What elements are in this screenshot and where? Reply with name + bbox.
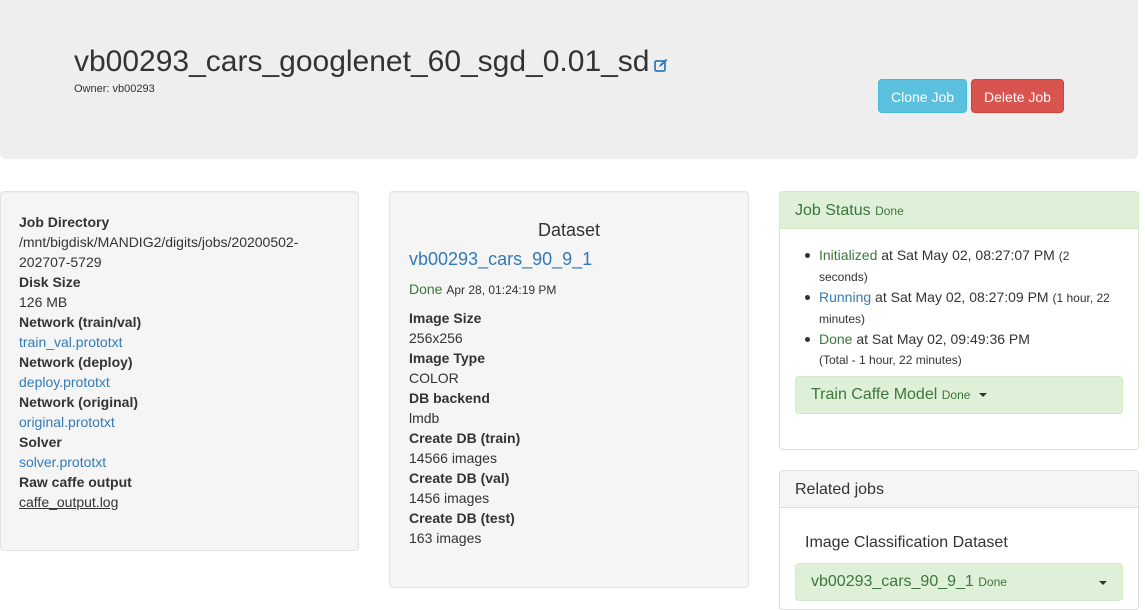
related-jobs-heading: Related jobs <box>780 471 1138 508</box>
job-info-panel: Job Directory /mnt/bigdisk/MANDIG2/digit… <box>0 191 359 551</box>
job-owner: Owner: vb00293 <box>74 83 155 95</box>
related-dataset-dropdown[interactable]: vb00293_cars_90_9_1 Done <box>795 563 1123 601</box>
disk-size-label: Disk Size <box>19 274 81 290</box>
task-label: Train Caffe Model <box>811 386 938 403</box>
network-deploy-label: Network (deploy) <box>19 354 133 370</box>
job-name: vb00293_cars_googlenet_60_sgd_0.01_sd <box>74 45 650 78</box>
dataset-title: Dataset <box>537 220 601 240</box>
dataset-status-time: Apr 28, 01:24:19 PM <box>446 283 557 297</box>
dataset-name-link[interactable]: vb00293_cars_90_9_1 <box>409 249 592 270</box>
related-dataset-type: Image Classification Dataset <box>805 534 1008 551</box>
create-db-train-label: Create DB (train) <box>409 430 521 446</box>
job-status-heading: Job Status Done <box>780 192 1138 229</box>
solver-prototxt-link[interactable]: solver.prototxt <box>19 454 106 470</box>
image-type-label: Image Type <box>409 350 485 366</box>
status-event-list: Initialized at Sat May 02, 08:27:07 PM (… <box>805 245 1119 370</box>
job-directory-value: /mnt/bigdisk/MANDIG2/digits/jobs/2020050… <box>19 234 299 270</box>
job-directory-label: Job Directory <box>19 214 110 230</box>
network-original-label: Network (original) <box>19 394 139 410</box>
job-title: vb00293_cars_googlenet_60_sgd_0.01_sd <box>74 44 668 80</box>
clone-job-button[interactable]: Clone Job <box>878 79 967 113</box>
image-type-value: COLOR <box>409 370 459 386</box>
db-backend-label: DB backend <box>409 390 490 406</box>
caffe-output-log-link[interactable]: caffe_output.log <box>19 494 118 510</box>
train-val-prototxt-link[interactable]: train_val.prototxt <box>19 334 123 350</box>
solver-label: Solver <box>19 434 62 450</box>
image-size-label: Image Size <box>409 310 482 326</box>
create-db-val-value: 1456 images <box>409 490 490 506</box>
image-size-value: 256x256 <box>409 330 463 346</box>
status-event-name: Running <box>819 289 872 305</box>
job-status-heading-label: Job Status <box>795 202 871 219</box>
dataset-panel: Dataset vb00293_cars_90_9_1 Done Apr 28,… <box>389 191 749 588</box>
db-backend-value: lmdb <box>409 410 440 426</box>
create-db-val-label: Create DB (val) <box>409 470 510 486</box>
create-db-train-value: 14566 images <box>409 450 497 466</box>
dataset-status: Done Apr 28, 01:24:19 PM <box>409 281 556 297</box>
related-dataset-state: Done <box>978 575 1007 589</box>
status-event-time: at Sat May 02, 08:27:07 PM <box>881 247 1055 263</box>
status-event-name: Initialized <box>819 247 878 263</box>
raw-output-label: Raw caffe output <box>19 474 132 490</box>
status-event-duration: (Total - 1 hour, 22 minutes) <box>819 353 962 367</box>
related-jobs-panel: Related jobs Image Classification Datase… <box>779 470 1139 610</box>
deploy-prototxt-link[interactable]: deploy.prototxt <box>19 374 110 390</box>
job-status-panel: Job Status Done Initialized at Sat May 0… <box>779 191 1139 450</box>
status-event-time: at Sat May 02, 08:27:09 PM <box>875 289 1049 305</box>
status-event-initialized: Initialized at Sat May 02, 08:27:07 PM (… <box>805 245 1119 287</box>
train-caffe-model-dropdown[interactable]: Train Caffe Model Done <box>795 376 1123 414</box>
related-dataset-name: vb00293_cars_90_9_1 <box>811 573 974 590</box>
edit-icon[interactable] <box>653 58 668 72</box>
task-state: Done <box>941 388 971 402</box>
disk-size-value: 126 MB <box>19 294 68 310</box>
job-header: vb00293_cars_googlenet_60_sgd_0.01_sd Ow… <box>0 0 1138 159</box>
create-db-test-value: 163 images <box>409 530 482 546</box>
caret-down-icon <box>978 392 987 397</box>
status-event-running: Running at Sat May 02, 08:27:09 PM (1 ho… <box>805 287 1119 329</box>
original-prototxt-link[interactable]: original.prototxt <box>19 414 115 430</box>
delete-job-button[interactable]: Delete Job <box>971 79 1064 113</box>
create-db-test-label: Create DB (test) <box>409 510 515 526</box>
status-event-time: at Sat May 02, 09:49:36 PM <box>856 331 1030 347</box>
job-status-heading-state: Done <box>875 204 904 218</box>
status-event-name: Done <box>819 331 853 347</box>
network-train-val-label: Network (train/val) <box>19 314 142 330</box>
dataset-status-label: Done <box>409 281 443 297</box>
status-event-done: Done at Sat May 02, 09:49:36 PM (Total -… <box>805 329 1119 370</box>
caret-down-icon <box>1099 581 1107 585</box>
